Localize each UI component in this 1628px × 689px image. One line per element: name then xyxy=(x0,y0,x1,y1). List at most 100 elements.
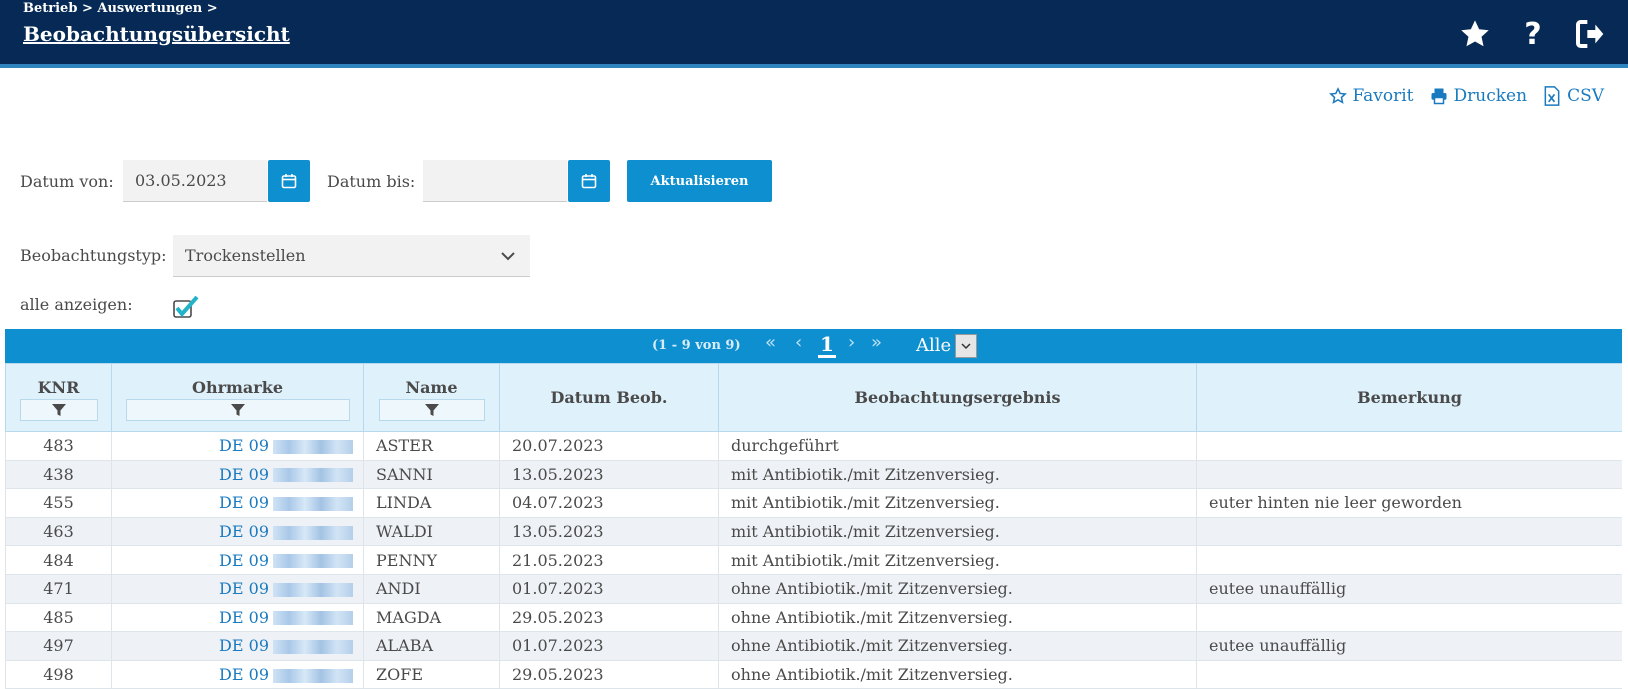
ohrmarke-link[interactable]: DE 09 xyxy=(219,522,269,541)
table-row[interactable]: 471 DE 09 ANDI 01.07.2023 ohne Antibioti… xyxy=(5,573,1622,604)
cell-ergebnis: ohne Antibiotik./mit Zitzenversieg. xyxy=(718,659,1197,689)
datum-bis-input[interactable] xyxy=(423,160,567,202)
datum-von-calendar-button[interactable] xyxy=(268,160,310,202)
ohrmarke-link[interactable]: DE 09 xyxy=(219,608,269,627)
table-row[interactable]: 497 DE 09 ALABA 01.07.2023 ohne Antibiot… xyxy=(5,631,1622,661)
cell-ergebnis: mit Antibiotik./mit Zitzenversieg. xyxy=(718,488,1197,518)
datum-von-input[interactable]: 03.05.2023 xyxy=(123,160,267,202)
table-row[interactable]: 463 DE 09 WALDI 13.05.2023 mit Antibioti… xyxy=(5,516,1622,547)
beobachtungstyp-label: Beobachtungstyp: xyxy=(20,246,167,265)
pagination-info: (1 - 9 von 9) xyxy=(652,338,741,353)
cell-ohrmarke[interactable]: DE 09 xyxy=(111,459,364,490)
cell-bemerkung: euter hinten nie leer geworden xyxy=(1196,488,1622,518)
column-header-ergebnis[interactable]: Beobachtungsergebnis xyxy=(718,363,1197,432)
first-page-icon[interactable]: « xyxy=(765,332,776,353)
column-header-name[interactable]: Name xyxy=(363,363,500,432)
breadcrumb[interactable]: Betrieb > Auswertungen > xyxy=(23,1,218,16)
cell-ergebnis: ohne Antibiotik./mit Zitzenversieg. xyxy=(718,631,1197,661)
ohrmarke-redacted xyxy=(273,668,353,683)
toolbar-actions: Favorit Drucken CSV xyxy=(1328,86,1604,106)
ohrmarke-link[interactable]: DE 09 xyxy=(219,551,269,570)
cell-ohrmarke[interactable]: DE 09 xyxy=(111,516,364,547)
cell-bemerkung xyxy=(1196,545,1622,575)
column-label: Name xyxy=(405,378,458,397)
star-outline-icon xyxy=(1328,87,1347,104)
cell-ohrmarke[interactable]: DE 09 xyxy=(111,545,364,575)
cell-name: WALDI xyxy=(363,516,500,547)
aktualisieren-button[interactable]: Aktualisieren xyxy=(627,160,772,202)
printer-icon xyxy=(1431,88,1447,105)
column-header-knr[interactable]: KNR xyxy=(5,363,112,432)
table-row[interactable]: 438 DE 09 SANNI 13.05.2023 mit Antibioti… xyxy=(5,459,1622,490)
datum-bis-calendar-button[interactable] xyxy=(568,160,610,202)
results-table-container: (1 - 9 von 9) « ‹ 1 › » Alle KNR Ohrmark… xyxy=(5,329,1622,689)
beobachtungstyp-value: Trockenstellen xyxy=(185,246,306,265)
next-page-icon[interactable]: › xyxy=(848,332,855,353)
cell-datum: 29.05.2023 xyxy=(499,602,719,633)
ohrmarke-link[interactable]: DE 09 xyxy=(219,665,269,684)
cell-ergebnis: ohne Antibiotik./mit Zitzenversieg. xyxy=(718,602,1197,633)
calendar-icon xyxy=(281,174,297,189)
cell-ergebnis: mit Antibiotik./mit Zitzenversieg. xyxy=(718,459,1197,490)
ohrmarke-redacted xyxy=(273,639,353,654)
pagination-bar: (1 - 9 von 9) « ‹ 1 › » Alle xyxy=(5,329,1622,363)
cell-ohrmarke[interactable]: DE 09 xyxy=(111,659,364,689)
star-icon[interactable] xyxy=(1457,16,1493,52)
datum-bis-label: Datum bis: xyxy=(327,172,416,191)
cell-datum: 01.07.2023 xyxy=(499,631,719,661)
last-page-icon[interactable]: » xyxy=(871,332,882,353)
alle-anzeigen-checkbox[interactable] xyxy=(173,295,199,318)
help-icon[interactable]: ? xyxy=(1515,16,1551,52)
page-size-select[interactable] xyxy=(955,334,977,358)
cell-ohrmarke[interactable]: DE 09 xyxy=(111,631,364,661)
cell-ohrmarke[interactable]: DE 09 xyxy=(111,602,364,633)
table-row[interactable]: 498 DE 09 ZOFE 29.05.2023 ohne Antibioti… xyxy=(5,659,1622,689)
ohrmarke-redacted xyxy=(273,496,353,511)
csv-button[interactable]: CSV xyxy=(1543,86,1604,106)
table-row[interactable]: 483 DE 09 ASTER 20.07.2023 durchgeführt xyxy=(5,431,1622,461)
cell-ohrmarke[interactable]: DE 09 xyxy=(111,431,364,461)
ohrmarke-redacted xyxy=(273,439,353,454)
table-header-row: KNR Ohrmarke Name Datum Beob. Beobachtun… xyxy=(5,363,1622,432)
cell-datum: 29.05.2023 xyxy=(499,659,719,689)
favorit-button[interactable]: Favorit xyxy=(1328,86,1414,106)
cell-name: PENNY xyxy=(363,545,500,575)
ohrmarke-link[interactable]: DE 09 xyxy=(219,465,269,484)
cell-name: ZOFE xyxy=(363,659,500,689)
cell-name: ANDI xyxy=(363,573,500,604)
table-row[interactable]: 484 DE 09 PENNY 21.05.2023 mit Antibioti… xyxy=(5,545,1622,575)
page-number-current[interactable]: 1 xyxy=(818,333,836,358)
cell-knr: 455 xyxy=(5,488,112,518)
ohrmarke-filter[interactable] xyxy=(125,399,350,421)
ohrmarke-link[interactable]: DE 09 xyxy=(219,636,269,655)
name-filter[interactable] xyxy=(378,399,485,421)
column-header-datum[interactable]: Datum Beob. xyxy=(499,363,719,432)
ohrmarke-link[interactable]: DE 09 xyxy=(219,436,269,455)
cell-ergebnis: mit Antibiotik./mit Zitzenversieg. xyxy=(718,545,1197,575)
column-header-ohrmarke[interactable]: Ohrmarke xyxy=(111,363,364,432)
table-row[interactable]: 485 DE 09 MAGDA 29.05.2023 ohne Antibiot… xyxy=(5,602,1622,633)
datum-von-label: Datum von: xyxy=(20,172,114,191)
column-header-bemerkung[interactable]: Bemerkung xyxy=(1196,363,1622,432)
logout-icon[interactable] xyxy=(1572,16,1608,52)
prev-page-icon[interactable]: ‹ xyxy=(795,332,802,353)
filter-icon xyxy=(230,404,245,416)
cell-ergebnis: mit Antibiotik./mit Zitzenversieg. xyxy=(718,516,1197,547)
ohrmarke-link[interactable]: DE 09 xyxy=(219,493,269,512)
cell-name: ASTER xyxy=(363,431,500,461)
beobachtungstyp-select[interactable]: Trockenstellen xyxy=(173,235,530,277)
drucken-button[interactable]: Drucken xyxy=(1430,86,1527,106)
knr-filter[interactable] xyxy=(19,399,98,421)
cell-ohrmarke[interactable]: DE 09 xyxy=(111,488,364,518)
filter-icon xyxy=(424,404,439,416)
ohrmarke-link[interactable]: DE 09 xyxy=(219,579,269,598)
cell-bemerkung xyxy=(1196,602,1622,633)
page-title[interactable]: Beobachtungsübersicht xyxy=(23,22,290,46)
cell-bemerkung xyxy=(1196,459,1622,490)
cell-datum: 21.05.2023 xyxy=(499,545,719,575)
table-row[interactable]: 455 DE 09 LINDA 04.07.2023 mit Antibioti… xyxy=(5,488,1622,518)
observation-table: KNR Ohrmarke Name Datum Beob. Beobachtun… xyxy=(5,363,1622,689)
cell-datum: 13.05.2023 xyxy=(499,516,719,547)
ohrmarke-redacted xyxy=(273,611,353,626)
cell-ohrmarke[interactable]: DE 09 xyxy=(111,573,364,604)
